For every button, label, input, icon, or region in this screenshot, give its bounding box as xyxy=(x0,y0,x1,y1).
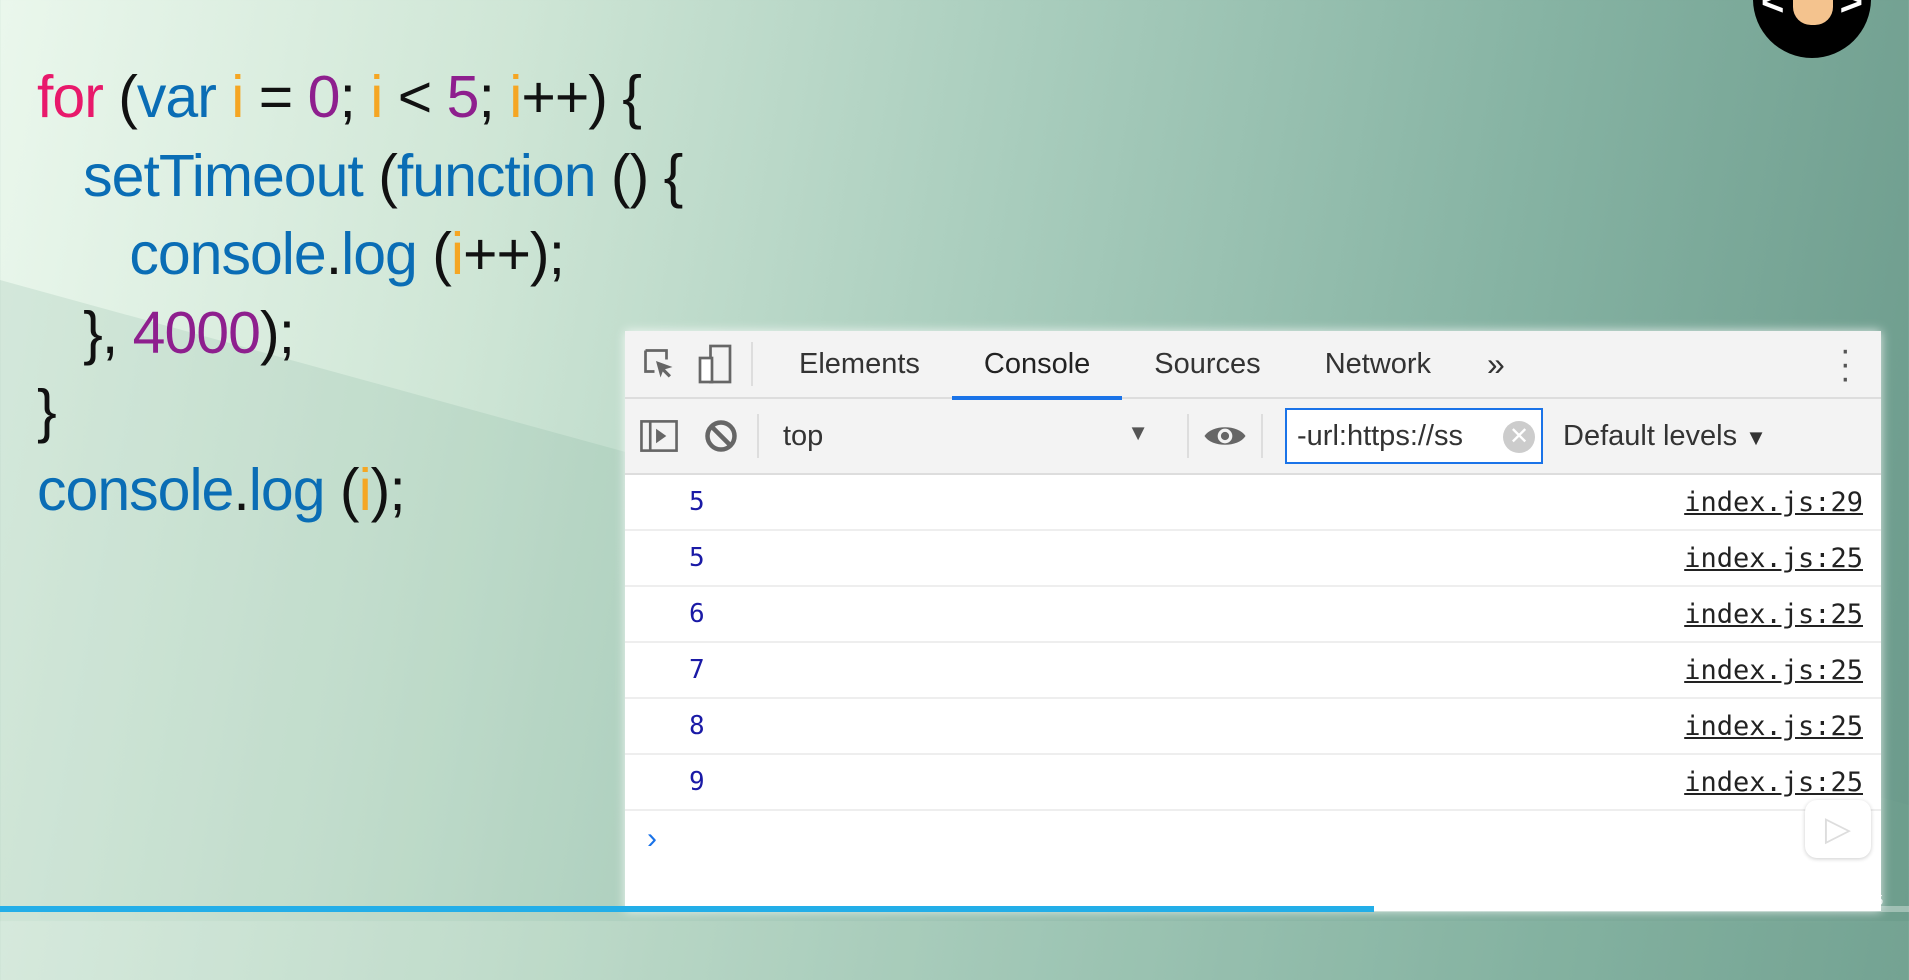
code-token: log xyxy=(341,221,418,287)
code-token: ++) { xyxy=(521,64,642,130)
divider xyxy=(1187,414,1189,458)
tab-network[interactable]: Network xyxy=(1293,330,1463,398)
code-line: } xyxy=(37,372,682,451)
code-token: ( xyxy=(102,64,138,130)
code-token: i xyxy=(450,221,464,287)
filter-text: -url:https://ss xyxy=(1297,419,1463,452)
log-value: 8 xyxy=(689,711,705,741)
console-row: 6 index.js:25 xyxy=(625,587,1881,643)
dropdown-arrow-icon: ▼ xyxy=(1127,419,1149,445)
live-expression-eye-icon[interactable] xyxy=(1203,414,1247,458)
code-token: ( xyxy=(362,142,398,209)
levels-label: Default levels xyxy=(1563,419,1738,452)
source-link[interactable]: index.js:25 xyxy=(1684,599,1863,630)
console-filter-input[interactable]: -url:https://ss ✕ xyxy=(1285,408,1543,464)
code-token: ++); xyxy=(463,221,565,287)
code-token: ); xyxy=(259,299,295,366)
inspect-element-icon[interactable] xyxy=(637,342,681,386)
code-token: 0 xyxy=(307,64,341,130)
sidebar-toggle-icon[interactable] xyxy=(637,414,681,458)
code-line: setTimeout (function () { xyxy=(37,137,683,216)
code-line: for (var i = 0; i < 5; i++) { xyxy=(37,58,682,137)
play-button[interactable]: ▷ xyxy=(1805,800,1871,858)
clear-filter-icon[interactable]: ✕ xyxy=(1503,421,1535,453)
source-link[interactable]: index.js:25 xyxy=(1684,711,1863,742)
devtools-panel: Elements Console Sources Network » · · · top ▼… xyxy=(625,331,1881,911)
code-token: for xyxy=(37,64,104,130)
log-value: 6 xyxy=(689,599,705,629)
code-token: var xyxy=(136,64,217,130)
code-token: i xyxy=(509,64,522,130)
divider xyxy=(757,414,759,458)
watermark: https://blog.csdn.net/weixin_43853795 xyxy=(1628,892,1884,909)
code-token: i xyxy=(231,64,244,130)
code-token: ( xyxy=(324,456,360,523)
device-toolbar-icon[interactable] xyxy=(693,342,737,386)
code-token: . xyxy=(325,221,342,287)
code-token: console xyxy=(37,221,326,287)
devtools-tabbar: Elements Console Sources Network » · · · xyxy=(625,330,1881,400)
code-token: function xyxy=(396,142,597,209)
code-token: setTimeout xyxy=(37,142,364,209)
log-value: 9 xyxy=(689,767,705,797)
log-value: 5 xyxy=(689,543,705,573)
tab-sources[interactable]: Sources xyxy=(1122,330,1292,398)
tab-console[interactable]: Console xyxy=(951,330,1123,400)
log-value: 7 xyxy=(689,655,705,685)
log-value: 5 xyxy=(689,487,705,517)
code-token: } xyxy=(37,378,57,444)
code-line: console.log (i++); xyxy=(37,215,682,294)
log-levels-dropdown[interactable]: Default levels ▼ xyxy=(1563,420,1767,453)
code-token: ( xyxy=(416,221,452,287)
console-row: 8 index.js:25 xyxy=(625,699,1881,755)
dropdown-arrow-icon: ▼ xyxy=(1745,424,1767,450)
code-token: 5 xyxy=(446,64,480,130)
code-token: = xyxy=(243,64,308,130)
code-token: . xyxy=(233,456,249,523)
code-token: i xyxy=(358,456,372,523)
code-token: 4000 xyxy=(132,299,261,366)
source-link[interactable]: index.js:25 xyxy=(1684,543,1863,574)
code-token: log xyxy=(248,456,326,523)
more-options-icon[interactable]: · · · xyxy=(1840,333,1851,395)
prompt-chevron-icon: › xyxy=(647,822,657,855)
code-token: ; xyxy=(339,64,371,130)
code-token: ; xyxy=(478,64,510,130)
more-tabs-button[interactable]: » xyxy=(1487,346,1505,383)
console-row: 7 index.js:25 xyxy=(625,643,1881,699)
context-value: top xyxy=(783,419,824,452)
context-selector[interactable]: top ▼ xyxy=(783,420,1173,453)
code-token: () { xyxy=(595,142,683,209)
code-token: i xyxy=(370,64,383,130)
divider xyxy=(751,342,753,386)
code-line: console.log (i); xyxy=(37,451,682,530)
console-messages: 5 index.js:29 5 index.js:25 6 index.js:25 7 ind… xyxy=(625,475,1881,811)
video-progress-fill xyxy=(0,906,1375,912)
console-toolbar: top ▼ -url:https://ss ✕ Default levels ▼ xyxy=(625,399,1881,475)
divider xyxy=(1261,414,1263,458)
code-token: }, xyxy=(37,299,133,366)
console-row: 5 index.js:25 xyxy=(625,531,1881,587)
source-link[interactable]: index.js:25 xyxy=(1684,655,1863,686)
channel-logo: < > xyxy=(1753,0,1871,58)
tab-elements[interactable]: Elements xyxy=(767,330,952,398)
console-row: 5 index.js:29 xyxy=(625,475,1881,531)
console-prompt[interactable]: › xyxy=(625,811,1881,867)
code-token: < xyxy=(382,64,447,130)
code-token: ); xyxy=(370,456,406,523)
console-row: 9 index.js:25 xyxy=(625,755,1881,811)
code-snippet: for (var i = 0; i < 5; i++) { setTimeout… xyxy=(37,58,683,530)
source-link[interactable]: index.js:25 xyxy=(1684,767,1863,798)
code-line: }, 4000); xyxy=(37,294,682,373)
clear-console-icon[interactable] xyxy=(699,414,743,458)
video-progress-bar[interactable] xyxy=(0,906,1909,912)
code-token: console xyxy=(37,456,234,523)
source-link[interactable]: index.js:29 xyxy=(1684,487,1863,518)
